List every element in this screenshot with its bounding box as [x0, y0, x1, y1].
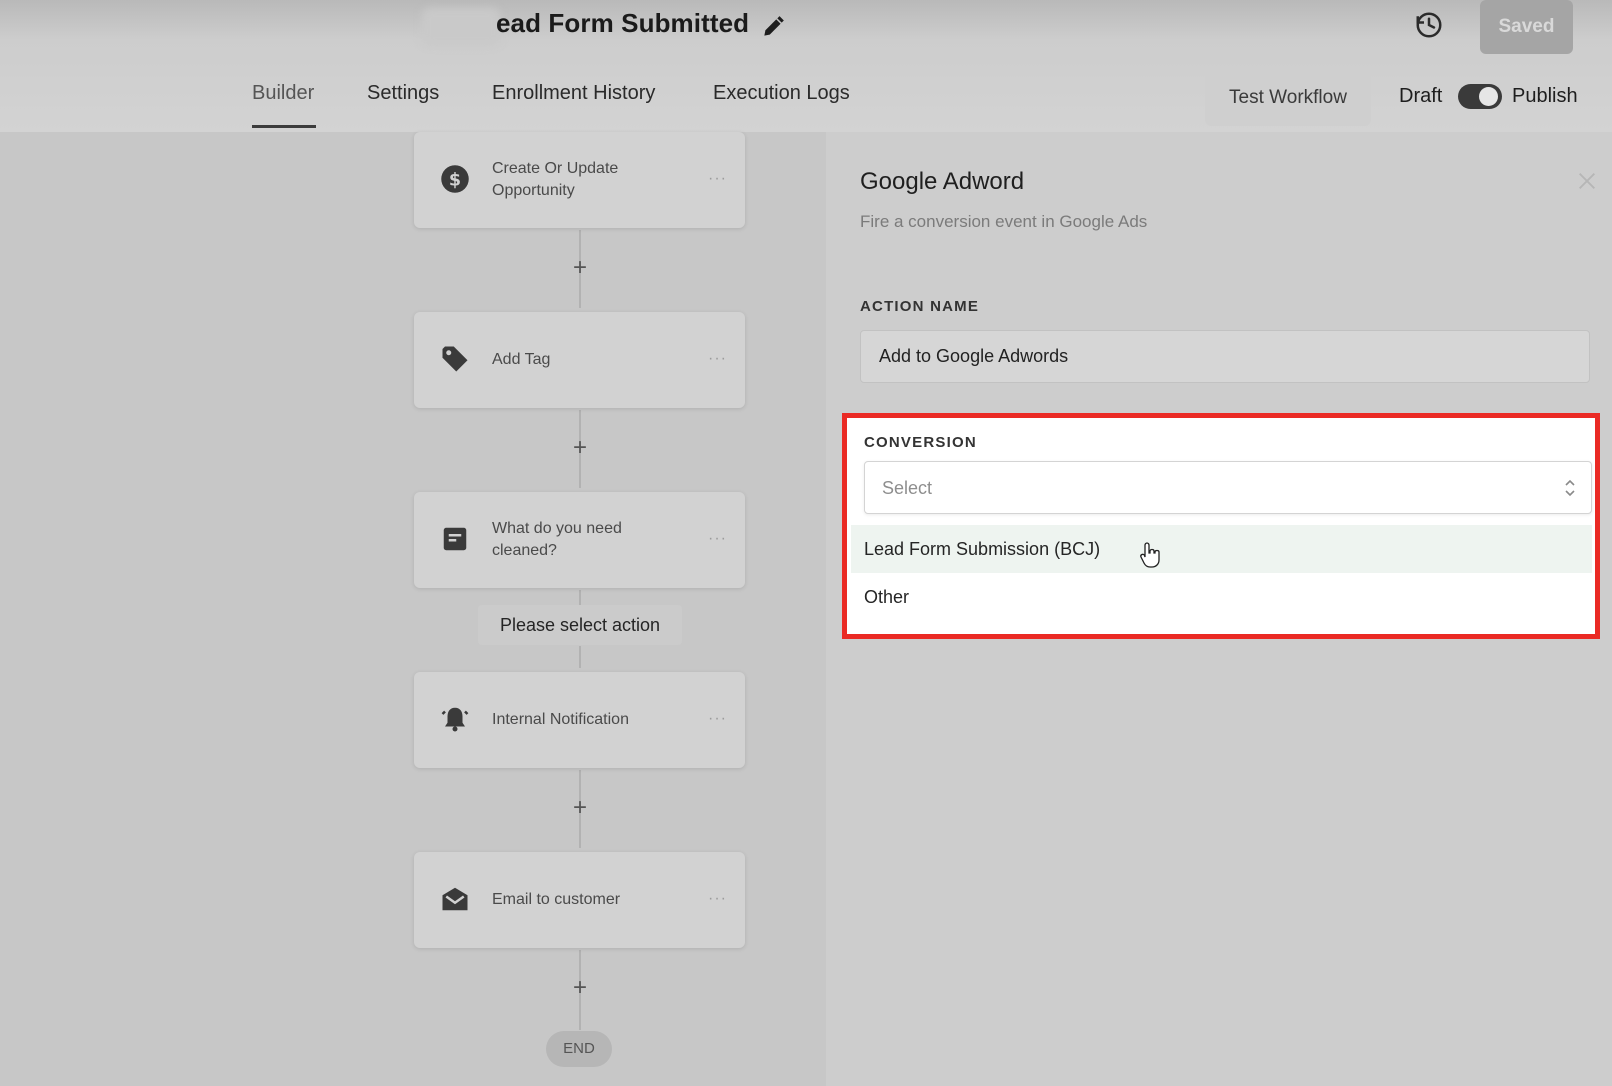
tab-builder[interactable]: Builder [252, 82, 314, 105]
action-name-label: ACTION NAME [860, 298, 980, 315]
conversion-option-lead-form[interactable]: Lead Form Submission (BCJ) [851, 525, 1592, 573]
tag-icon [442, 346, 468, 372]
form-icon [443, 527, 467, 551]
workflow-node-email-customer[interactable]: Email to customer ··· [414, 852, 745, 948]
conversion-select-placeholder: Select [882, 478, 933, 498]
workflow-title: ead Form Submitted [496, 8, 750, 38]
tab-enrollment-history[interactable]: Enrollment History [492, 82, 655, 105]
workflow-node-add-tag[interactable]: Add Tag ··· [414, 312, 745, 408]
tab-execution-logs[interactable]: Execution Logs [713, 82, 850, 105]
add-step-button[interactable]: + [568, 976, 592, 1000]
publish-label: Publish [1512, 85, 1578, 107]
close-icon[interactable] [1576, 170, 1598, 192]
workflow-node-internal-notification[interactable]: Internal Notification ··· [414, 672, 745, 768]
node-label: What do you need cleaned? [492, 520, 622, 559]
conversion-select[interactable]: Select [864, 461, 1592, 514]
chevron-up-down-icon [1565, 479, 1575, 497]
panel-title: Google Adword [860, 168, 1025, 195]
connector-line [579, 646, 581, 668]
envelope-icon [442, 887, 468, 911]
add-step-button[interactable]: + [568, 256, 592, 280]
add-step-button[interactable]: + [568, 796, 592, 820]
blurred-title-prefix [422, 8, 500, 46]
edit-icon[interactable] [760, 14, 786, 40]
hand-pointer-icon [1140, 542, 1160, 568]
publish-toggle[interactable] [1458, 84, 1502, 109]
node-label: Add Tag [492, 351, 551, 368]
workflow-node-create-opportunity[interactable]: $ Create Or Update Opportunity ··· [414, 132, 745, 228]
conversion-highlight-box: CONVERSION Select Lead Form Submission (… [842, 413, 1600, 639]
workflow-node-form-question[interactable]: What do you need cleaned? ··· [414, 492, 745, 588]
conversion-label: CONVERSION [864, 434, 977, 451]
conversion-option-other[interactable]: Other [851, 573, 1592, 621]
active-tab-indicator [252, 125, 316, 128]
tab-settings[interactable]: Settings [367, 82, 439, 105]
action-name-input[interactable] [860, 330, 1590, 383]
svg-text:$: $ [449, 170, 461, 190]
saved-button[interactable]: Saved [1480, 0, 1573, 54]
node-label: Create Or Update Opportunity [492, 160, 619, 199]
top-header: ead Form Submitted Saved Builder Setting… [0, 0, 1612, 132]
dollar-circle-icon: $ [441, 165, 469, 193]
add-step-button[interactable]: + [568, 436, 592, 460]
workflow-end-marker: END [546, 1031, 612, 1067]
node-menu-icon[interactable]: ··· [708, 530, 727, 548]
please-select-action-prompt[interactable]: Please select action [478, 605, 682, 645]
toggle-knob [1479, 87, 1498, 106]
bell-icon [441, 707, 469, 732]
node-menu-icon[interactable]: ··· [708, 350, 727, 368]
node-label: Internal Notification [492, 711, 629, 728]
draft-label: Draft [1399, 85, 1443, 107]
connector-line [579, 590, 581, 606]
node-menu-icon[interactable]: ··· [708, 710, 727, 728]
node-menu-icon[interactable]: ··· [708, 890, 727, 908]
node-menu-icon[interactable]: ··· [708, 170, 727, 188]
test-workflow-button[interactable]: Test Workflow [1205, 70, 1371, 126]
panel-subtitle: Fire a conversion event in Google Ads [860, 212, 1148, 231]
history-icon[interactable] [1414, 10, 1444, 40]
node-label: Email to customer [492, 891, 621, 908]
